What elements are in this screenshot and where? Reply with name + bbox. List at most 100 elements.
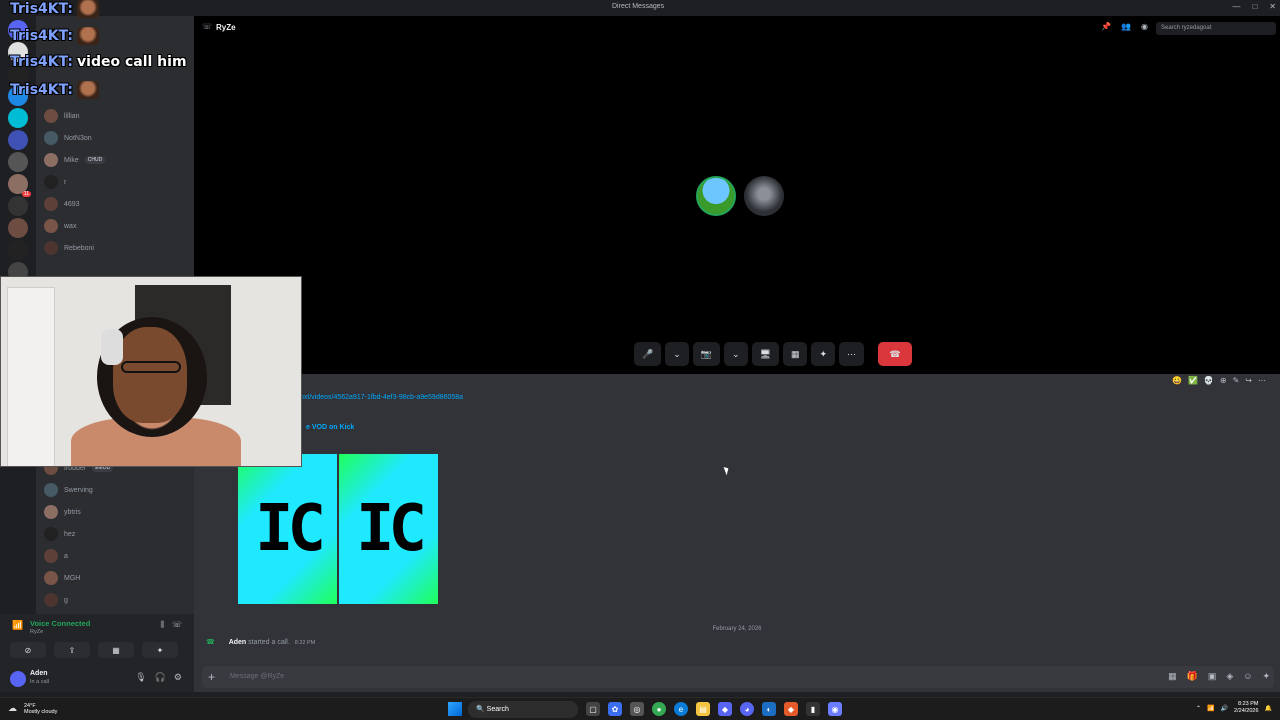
server-icon[interactable]: 11 [8,174,31,197]
dm-item[interactable]: ybtris [44,502,190,522]
activities-icon[interactable]: ▦ [782,342,808,366]
file-explorer-icon[interactable]: ▤ [696,702,710,716]
chevron-up-icon[interactable]: ⌃ [1196,705,1201,712]
close-icon[interactable]: ✕ [1269,2,1276,11]
dm-item[interactable]: lillian [44,106,190,126]
server-icon[interactable] [8,152,28,172]
taskbar-clock[interactable]: 8:23 PM 2/24/2026 [1234,701,1258,715]
dm-item[interactable]: Swerving [44,480,190,500]
call-icon: ☏ [202,22,213,31]
widget-icon[interactable]: ◎ [630,702,644,716]
server-icon[interactable] [8,218,28,238]
phone-icon: ☎ [206,639,215,646]
disconnect-icon[interactable]: ☏ [172,620,182,629]
gif-icon[interactable]: ▣ [1208,671,1217,682]
volume-icon[interactable]: 🔊 [1221,705,1228,712]
chrome-icon[interactable]: ● [652,702,666,716]
add-friends-icon[interactable]: 👥 [1121,22,1131,31]
headphones-icon[interactable]: 🎧 [155,672,166,683]
emoji-icon[interactable]: 😀 [1172,376,1182,385]
chat-message: Tris4KT: [10,81,100,99]
activities-icon[interactable]: ✦ [1262,671,1270,682]
soundboard-icon[interactable]: ✦ [811,342,836,366]
embed-image-tile: IC [339,454,438,604]
discord-icon[interactable]: ◕ [740,702,754,716]
minimize-icon[interactable]: — [1232,2,1240,11]
chevron-down-icon[interactable]: ⌄ [665,342,689,366]
message-link[interactable]: nxt/videos/4562a917-1fbd-4ef3-98cb-a9e59… [300,394,463,401]
camera-icon[interactable]: 📷 [692,342,720,366]
app-icon[interactable]: ◆ [784,702,798,716]
app-icon[interactable]: ◐ [762,702,776,716]
avatar [44,483,58,497]
reply-icon[interactable]: ↪ [1245,376,1252,385]
check-icon[interactable]: ✅ [1188,376,1198,385]
participant-avatar[interactable] [744,176,784,216]
dm-item[interactable]: Rebeboni [44,238,190,258]
taskbar-search[interactable]: 🔍 Search [468,701,578,718]
message-composer[interactable]: + Message @RyZe ▦ 🎁 ▣ ◈ ☺ ✦ [202,666,1274,688]
dm-item[interactable]: r [44,172,190,192]
microphone-icon[interactable]: 🎙 [135,672,146,683]
dm-item[interactable]: MGH [44,568,190,588]
gift-icon[interactable]: 🎁 [1187,671,1198,682]
edge-icon[interactable]: e [674,702,688,716]
participant-avatar[interactable] [696,176,736,216]
server-icon[interactable] [8,130,28,150]
more-icon[interactable]: ⋯ [1258,376,1266,385]
pin-icon[interactable]: 📌 [1101,22,1111,31]
settings-gear-icon[interactable]: ⚙ [174,672,182,683]
server-icon[interactable] [8,240,28,260]
dm-item[interactable]: a [44,546,190,566]
camera-toggle-button[interactable]: ⊘ [10,642,46,658]
user-status: In a call [30,679,49,685]
terminal-icon[interactable]: ▮ [806,702,820,716]
cloud-icon: ☁ [8,703,17,713]
reaction-icon[interactable]: ⊕ [1220,376,1227,385]
dm-item[interactable]: 4693 [44,194,190,214]
dm-item[interactable]: Mike CHUD [44,150,190,170]
sticker-icon[interactable]: ◈ [1226,671,1233,682]
skull-icon[interactable]: 💀 [1204,376,1214,385]
system-message-user[interactable]: Aden [229,639,247,646]
dm-item-name: a [64,552,68,560]
embed-title[interactable]: e VOD on Kick [306,424,354,431]
app-icon[interactable]: ◆ [718,702,732,716]
end-call-icon[interactable]: ☎ [878,342,913,366]
emoji-picker-icon[interactable]: ☺ [1243,671,1252,682]
server-icon[interactable] [8,108,28,128]
dm-item[interactable]: NotN3on [44,128,190,148]
copilot-icon[interactable]: ✿ [608,702,622,716]
search-input[interactable]: Search ryzedagoat [1156,22,1276,35]
chat-message: Tris4KT: [10,0,100,18]
maximize-icon[interactable]: □ [1252,2,1257,11]
add-attachment-icon[interactable]: + [208,670,215,684]
signal-icon: 📶 [12,620,24,630]
notification-bell-icon[interactable]: 🔔 [1265,705,1272,712]
dm-item[interactable]: g [44,590,190,610]
noise-suppression-icon[interactable]: ⫼ [160,620,164,630]
obs-icon[interactable]: ◉ [828,702,842,716]
weather-widget[interactable]: 24°F Mostly cloudy [24,703,57,715]
chevron-down-icon[interactable]: ⌄ [723,342,748,366]
voice-channel[interactable]: RyZe [30,629,43,635]
screen-share-button[interactable]: ⇪ [54,642,90,658]
embed-image[interactable]: IC IC [238,454,438,604]
microphone-icon[interactable]: 🎤 [634,342,662,366]
network-icon[interactable]: 📶 [1207,705,1214,712]
windows-start-icon[interactable] [448,702,462,716]
avatar[interactable] [10,671,26,687]
dm-item[interactable]: hez [44,524,190,544]
edit-icon[interactable]: ✎ [1233,376,1240,385]
profile-icon[interactable]: ◉ [1141,22,1148,31]
task-view-icon[interactable]: ▢ [586,702,600,716]
server-icon[interactable] [8,196,28,216]
window-controls: — □ ✕ [1232,2,1276,11]
more-icon[interactable]: ⋯ [839,342,865,366]
apps-icon[interactable]: ▦ [1168,671,1177,682]
dm-item[interactable]: wax [44,216,190,236]
screen-share-icon[interactable]: 🖥 [751,342,779,366]
soundboard-button[interactable]: ✦ [142,642,178,658]
dm-item-name: ybtris [64,508,81,516]
activities-button[interactable]: ▦ [98,642,134,658]
